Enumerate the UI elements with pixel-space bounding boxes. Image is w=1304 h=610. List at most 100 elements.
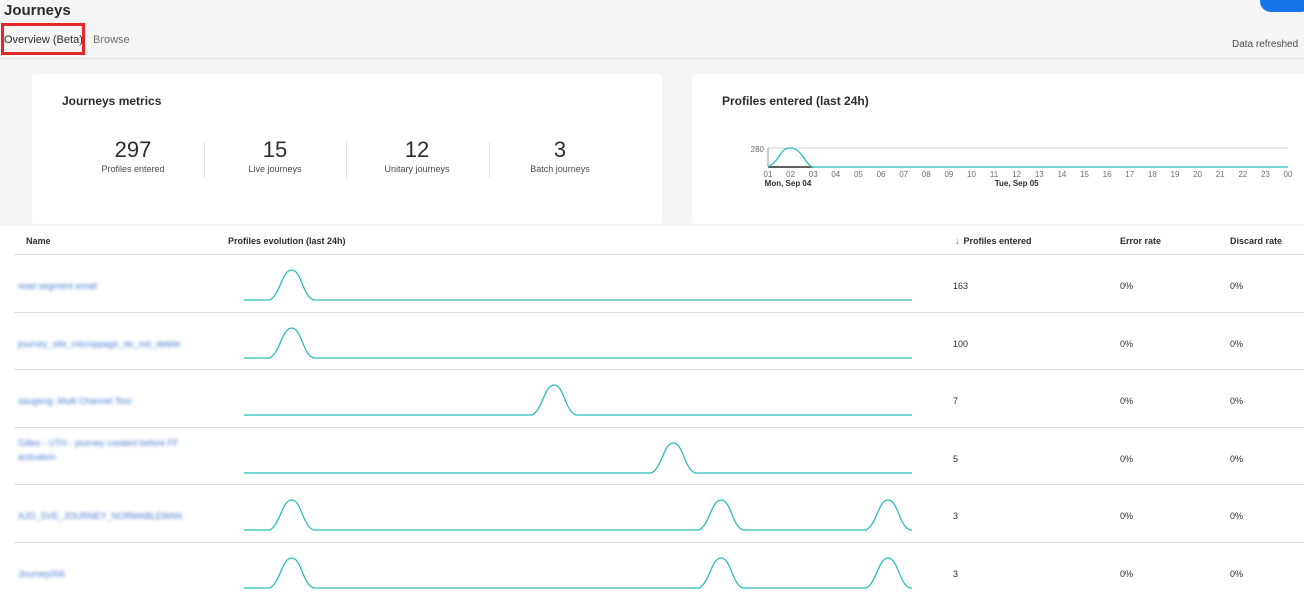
column-header-evolution: Profiles evolution (last 24h) — [228, 236, 346, 246]
chart-x-tick-label: 22 — [1238, 170, 1247, 179]
journey-name-link[interactable]: AJO_SVE_JOURNEY_NORMABLEMAN — [18, 511, 182, 521]
discard-rate-value: 0% — [1230, 453, 1244, 464]
metric-value: 12 — [404, 137, 430, 162]
chart-series-line — [767, 147, 814, 168]
metric-batch-journeys: 3 Batch journeys — [490, 137, 630, 175]
metrics-card: Journeys metrics 297 Profiles entered 15… — [32, 74, 662, 224]
profiles-sparkline — [244, 441, 912, 474]
journey-name-link[interactable]: saugeng: Multi Channel Test — [18, 396, 131, 406]
error-rate-value: 0% — [1120, 281, 1134, 291]
chart-x-tick-label: 07 — [899, 170, 908, 179]
chart-x-tick-label: 20 — [1193, 170, 1202, 179]
column-header-name[interactable]: Name — [26, 236, 51, 246]
metric-label: Live journeys — [248, 164, 302, 174]
chart-x-tick-label: 09 — [944, 170, 953, 179]
top-action-button[interactable] — [1260, 0, 1304, 12]
profiles-sparkline — [244, 269, 912, 301]
profiles-entered-value: 3 — [953, 511, 959, 521]
table-row[interactable]: saugeng: Multi Channel Test 7 0% 0% — [14, 369, 1304, 427]
sort-arrow-icon: ↓ — [955, 236, 960, 246]
chart-x-tick-label: 02 — [786, 170, 795, 179]
chart-x-tick-label: 11 — [990, 170, 999, 179]
profiles-chart-card: Profiles entered (last 24h) 280 01 02 03 04 0… — [692, 74, 1304, 224]
profiles-entered-value: 5 — [953, 453, 959, 464]
chart-x-tick-label: 13 — [1035, 170, 1044, 179]
sparkline-path — [244, 556, 912, 589]
chart-x-tick-label: 00 — [1284, 170, 1293, 179]
chart-title: Profiles entered (last 24h) — [722, 94, 869, 108]
chart-date-label: Mon, Sep 04 — [765, 179, 812, 188]
chart-x-tick-label: 08 — [922, 170, 931, 179]
journey-name-link[interactable]: Gilles - UTH - journey created before FF… — [18, 436, 198, 464]
metrics-title: Journeys metrics — [62, 94, 162, 108]
metric-label: Unitary journeys — [384, 164, 450, 174]
discard-rate-value: 0% — [1230, 568, 1244, 579]
error-rate-value: 0% — [1120, 396, 1134, 406]
profiles-entered-value: 163 — [953, 281, 969, 291]
column-header-label: Profiles entered — [963, 236, 1032, 246]
journey-name-link[interactable]: Journey006 — [18, 569, 65, 579]
table-row[interactable]: AJO_SVE_JOURNEY_NORMABLEMAN 3 0% 0% — [14, 484, 1304, 542]
metric-value: 15 — [262, 137, 288, 162]
chart-x-tick-label: 01 — [764, 170, 773, 179]
discard-rate-value: 0% — [1230, 338, 1244, 349]
chart-x-tick-label: 06 — [877, 170, 886, 179]
chart-x-tick-label: 04 — [831, 170, 840, 179]
chart-x-tick-label: 10 — [967, 170, 976, 179]
table-row[interactable]: Gilles - UTH - journey created before FF… — [14, 426, 1304, 485]
column-header-profiles-entered[interactable]: ↓ Profiles entered — [955, 236, 1032, 246]
profiles-chart: 280 01 02 03 04 05 06 07 08 09 10 11 12 13 14 15 16 17 18 1… — [751, 145, 1293, 188]
metric-unitary-journeys: 12 Unitary journeys — [347, 137, 487, 175]
chart-x-tick-label: 16 — [1103, 170, 1112, 179]
chart-date-label: Tue, Sep 05 — [995, 179, 1039, 188]
metric-value: 3 — [553, 137, 567, 162]
tab-highlight-box — [1, 23, 85, 55]
profiles-entered-value: 7 — [953, 396, 959, 406]
chart-x-tick-label: 17 — [1125, 170, 1134, 179]
discard-rate-value: 0% — [1230, 281, 1244, 291]
chart-y-tick-label: 280 — [751, 145, 765, 154]
header-divider — [0, 58, 1304, 59]
page-title: Journeys — [4, 2, 71, 19]
profiles-sparkline — [244, 556, 912, 589]
sparkline-path — [244, 441, 912, 474]
metric-live-journeys: 15 Live journeys — [205, 137, 345, 175]
error-rate-value: 0% — [1120, 338, 1134, 349]
metric-value: 297 — [114, 137, 152, 162]
column-header-discard-rate[interactable]: Discard rate — [1230, 236, 1282, 246]
chart-x-tick-label: 05 — [854, 170, 863, 179]
chart-x-tick-label: 19 — [1171, 170, 1180, 179]
error-rate-value: 0% — [1120, 453, 1134, 464]
profiles-sparkline — [244, 326, 912, 359]
sparkline-path — [244, 269, 912, 301]
discard-rate-value: 0% — [1230, 511, 1244, 521]
error-rate-value: 0% — [1120, 511, 1134, 521]
chart-x-tick-label: 03 — [809, 170, 818, 179]
journey-name-link[interactable]: journey_site_microppage_do_not_delete — [18, 339, 181, 349]
sparkline-path — [244, 326, 912, 359]
chart-x-tick-label: 14 — [1057, 170, 1066, 179]
data-refreshed-text: Data refreshed — [1232, 39, 1299, 50]
column-header-error-rate[interactable]: Error rate — [1120, 236, 1161, 246]
tab-browse[interactable]: Browse — [93, 34, 130, 46]
metric-label: Batch journeys — [530, 164, 590, 174]
chart-x-tick-label: 21 — [1216, 170, 1225, 179]
table-row[interactable]: read segment email 163 0% 0% — [14, 254, 1304, 312]
sparkline-path — [244, 499, 912, 531]
journey-name-link[interactable]: read segment email — [18, 281, 97, 291]
discard-rate-value: 0% — [1230, 396, 1244, 406]
error-rate-value: 0% — [1120, 568, 1134, 579]
chart-x-tick-label: 15 — [1080, 170, 1089, 179]
profiles-entered-value: 100 — [953, 338, 969, 349]
chart-x-tick-label: 23 — [1261, 170, 1270, 179]
chart-x-tick-label: 12 — [1012, 170, 1021, 179]
profiles-sparkline — [244, 499, 912, 531]
profiles-sparkline — [244, 384, 912, 416]
table-row[interactable]: journey_site_microppage_do_not_delete 100… — [14, 311, 1304, 370]
metric-label: Profiles entered — [101, 164, 165, 174]
sparkline-path — [244, 384, 912, 416]
table-row[interactable]: Journey006 3 0% 0% — [14, 541, 1304, 600]
chart-x-tick-label: 18 — [1148, 170, 1157, 179]
journeys-table: Name Profiles evolution (last 24h) ↓ Prof… — [0, 226, 1304, 610]
profiles-entered-value: 3 — [953, 568, 959, 579]
